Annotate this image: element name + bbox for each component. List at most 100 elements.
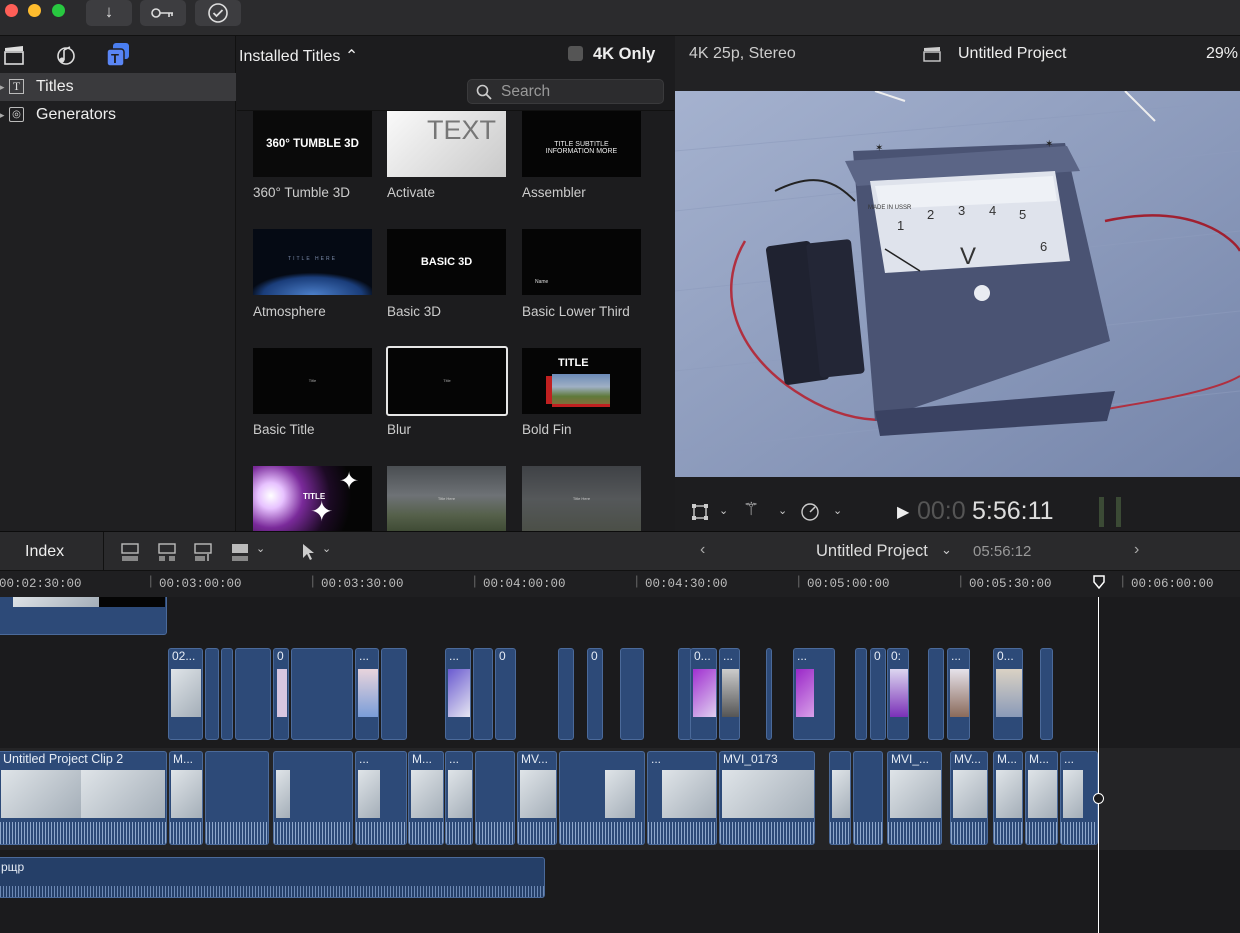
title-thumbnail[interactable]: 360° TUMBLE 3D bbox=[253, 111, 372, 177]
search-input[interactable]: Search bbox=[467, 79, 664, 104]
connected-clip[interactable] bbox=[0, 597, 167, 635]
storyline-clip[interactable]: ... bbox=[445, 751, 473, 845]
storyline-clip[interactable]: MVI_... bbox=[887, 751, 942, 845]
title-thumbnail[interactable]: TITLE bbox=[522, 348, 641, 414]
insert-clip-icon[interactable] bbox=[157, 542, 177, 562]
clip-label: M... bbox=[997, 752, 1017, 766]
connected-clip[interactable] bbox=[381, 648, 407, 740]
title-thumbnail[interactable]: TEXT bbox=[387, 111, 506, 177]
index-button[interactable]: Index bbox=[25, 543, 64, 561]
titles-generators-icon[interactable]: T bbox=[105, 42, 131, 68]
connected-clip[interactable] bbox=[1040, 648, 1053, 740]
storyline-clip[interactable] bbox=[559, 751, 645, 845]
connected-clip[interactable]: ... bbox=[947, 648, 970, 740]
chevron-down-icon[interactable]: ⌄ bbox=[256, 542, 265, 555]
title-thumbnail[interactable]: TITLE HERE bbox=[253, 229, 372, 295]
playhead-handle[interactable] bbox=[1092, 575, 1106, 589]
chevron-down-icon[interactable]: ⌄ bbox=[719, 504, 728, 517]
4k-only-checkbox[interactable] bbox=[568, 46, 583, 61]
connected-clip[interactable] bbox=[558, 648, 574, 740]
overwrite-clip-icon[interactable] bbox=[230, 542, 250, 562]
storyline-clip[interactable]: Untitled Project Clip 2 bbox=[0, 751, 167, 845]
title-thumbnail[interactable]: Name bbox=[522, 229, 641, 295]
connected-clip[interactable] bbox=[221, 648, 233, 740]
chevron-down-icon[interactable]: ⌄ bbox=[778, 504, 787, 517]
minimize-button[interactable] bbox=[28, 4, 41, 17]
title-thumbnail[interactable]: TITLE SUBTITLE INFORMATION MORE bbox=[522, 111, 641, 177]
connected-clip[interactable] bbox=[473, 648, 493, 740]
connected-clip[interactable]: 0... bbox=[690, 648, 717, 740]
zoom-button[interactable] bbox=[52, 4, 65, 17]
zoom-level[interactable]: 29% bbox=[1206, 45, 1238, 63]
clip-label: ... bbox=[449, 752, 460, 766]
sidebar-item-generators[interactable]: ▸ ◎ Generators bbox=[0, 101, 236, 129]
storyline-clip[interactable]: M... bbox=[408, 751, 444, 845]
connected-clip[interactable]: ... bbox=[793, 648, 835, 740]
title-thumbnail-selected[interactable]: Title bbox=[386, 346, 508, 416]
timeline-project-title[interactable]: Untitled Project bbox=[816, 542, 928, 561]
storyline-clip[interactable] bbox=[829, 751, 851, 845]
chevron-down-icon[interactable]: ⌄ bbox=[941, 542, 952, 558]
storyline-clip[interactable]: M... bbox=[993, 751, 1023, 845]
connected-clip[interactable]: 0: bbox=[887, 648, 909, 740]
storyline-clip[interactable]: M... bbox=[1025, 751, 1058, 845]
storyline-clip[interactable] bbox=[205, 751, 269, 845]
keywords-button[interactable] bbox=[140, 0, 186, 26]
storyline-clip[interactable]: ... bbox=[647, 751, 717, 845]
import-button[interactable]: ↓ bbox=[86, 0, 132, 26]
title-thumbnail[interactable]: Title bbox=[253, 348, 372, 414]
transform-icon[interactable] bbox=[691, 503, 709, 521]
play-button[interactable]: ▶ bbox=[897, 502, 909, 522]
connected-clip[interactable]: 0 bbox=[495, 648, 516, 740]
append-clip-icon[interactable] bbox=[193, 542, 213, 562]
storyline-clip[interactable]: M... bbox=[169, 751, 203, 845]
magic-wand-icon[interactable]: ⚚ bbox=[743, 499, 759, 520]
connected-clip[interactable] bbox=[766, 648, 772, 740]
installed-titles-dropdown[interactable]: Installed Titles ⌃ bbox=[239, 46, 358, 66]
title-thumbnail[interactable]: BASIC 3D bbox=[387, 229, 506, 295]
storyline-clip[interactable]: MV... bbox=[950, 751, 988, 845]
music-icon[interactable] bbox=[54, 42, 78, 66]
playhead[interactable] bbox=[1098, 597, 1099, 933]
connect-clip-icon[interactable] bbox=[120, 542, 140, 562]
viewer-canvas[interactable]: 1 2 3 4 5 6 V MADE IN USSR ✶ ✶ bbox=[675, 91, 1240, 477]
connected-clip[interactable] bbox=[235, 648, 271, 740]
connected-clip[interactable] bbox=[855, 648, 867, 740]
speed-icon[interactable] bbox=[800, 502, 820, 522]
forward-icon[interactable]: › bbox=[1134, 541, 1139, 559]
audio-clip[interactable]: рщр bbox=[0, 857, 545, 898]
connected-clip[interactable] bbox=[928, 648, 944, 740]
connected-clip[interactable] bbox=[205, 648, 219, 740]
connected-clip[interactable]: 0 bbox=[587, 648, 603, 740]
playhead-knob[interactable] bbox=[1093, 793, 1104, 804]
sidebar-item-titles[interactable]: ▸ T Titles bbox=[0, 73, 236, 101]
clapper-icon[interactable] bbox=[3, 44, 25, 66]
select-tool-icon[interactable] bbox=[301, 543, 315, 561]
back-icon[interactable]: ‹ bbox=[700, 541, 705, 559]
connected-clip[interactable]: ... bbox=[355, 648, 379, 740]
connected-clip[interactable]: 02... bbox=[168, 648, 203, 740]
background-tasks-button[interactable] bbox=[195, 0, 241, 26]
connected-clip[interactable]: 0 bbox=[273, 648, 289, 740]
storyline-clip[interactable] bbox=[273, 751, 353, 845]
storyline-clip[interactable]: MV... bbox=[517, 751, 557, 845]
chevron-down-icon[interactable]: ⌄ bbox=[833, 504, 842, 517]
storyline-clip[interactable] bbox=[853, 751, 883, 845]
chevron-down-icon[interactable]: ⌄ bbox=[322, 542, 331, 555]
title-thumbnail[interactable]: TITLE ✦ ✦ bbox=[253, 466, 372, 532]
title-thumbnail[interactable]: Title Here bbox=[387, 466, 506, 532]
close-button[interactable] bbox=[5, 4, 18, 17]
connected-clip[interactable]: ... bbox=[445, 648, 471, 740]
timeline-ruler[interactable]: 00:02:30:00 | 00:03:00:00 | 00:03:30:00 | 0… bbox=[0, 571, 1240, 597]
storyline-clip[interactable]: MVI_0173 bbox=[719, 751, 815, 845]
connected-clip[interactable] bbox=[291, 648, 353, 740]
connected-clip[interactable]: ... bbox=[719, 648, 740, 740]
timeline-area[interactable]: 02... 0 ... ... 0 0 0... ... ... 0 0: ..… bbox=[0, 597, 1240, 933]
connected-clip[interactable]: 0 bbox=[870, 648, 886, 740]
storyline-clip[interactable]: ... bbox=[355, 751, 407, 845]
storyline-clip[interactable] bbox=[475, 751, 515, 845]
connected-clip[interactable]: 0... bbox=[993, 648, 1023, 740]
connected-clip[interactable] bbox=[620, 648, 644, 740]
title-thumbnail[interactable]: Title Here bbox=[522, 466, 641, 532]
timecode[interactable]: 5:56:11 bbox=[972, 497, 1054, 526]
